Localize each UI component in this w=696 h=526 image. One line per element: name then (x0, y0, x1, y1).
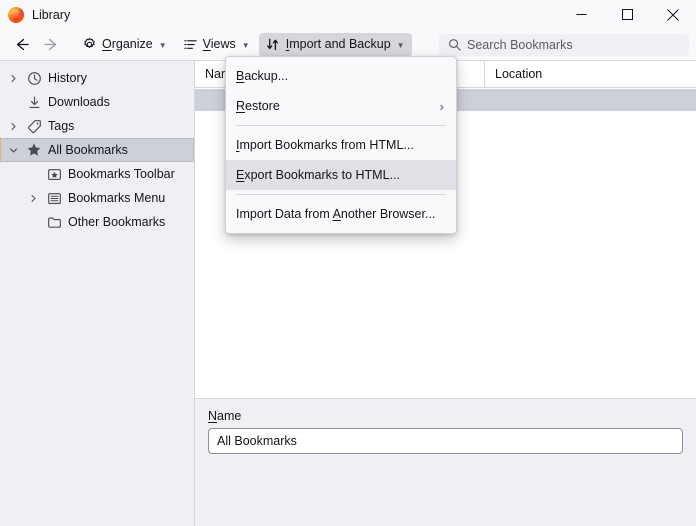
clock-icon (26, 70, 42, 86)
import-and-backup-label: Import and Backup (286, 38, 391, 51)
column-header-location[interactable]: Location (484, 61, 696, 87)
sidebar-item-label: Other Bookmarks (68, 215, 166, 229)
forward-arrow-icon (43, 38, 56, 51)
sidebar-item-other-bookmarks[interactable]: Other Bookmarks (0, 210, 194, 234)
minimize-button[interactable] (558, 0, 604, 29)
menu-label-rest: estore (245, 99, 280, 113)
import-export-arrows-icon (266, 38, 278, 51)
places-sidebar-tree: History Downloads Tags All Bookmarks Boo… (0, 61, 195, 526)
menu-item-restore[interactable]: Restore › (226, 91, 456, 121)
item-detail-pane: Name (195, 398, 696, 526)
submenu-arrow-icon: › (439, 98, 444, 114)
chevron-right-icon[interactable] (26, 194, 40, 203)
sidebar-item-history[interactable]: History (0, 66, 194, 90)
views-label-rest: iews (210, 37, 236, 52)
column-header-location-label: Location (495, 67, 543, 81)
detail-name-label-rest: ame (217, 409, 242, 423)
menu-separator (236, 194, 446, 195)
search-icon (449, 39, 461, 51)
window-controls (558, 0, 696, 29)
menu-item-label: Import Bookmarks from HTML... (236, 138, 446, 152)
forward-button[interactable] (37, 33, 65, 57)
sidebar-item-label: History (48, 71, 87, 85)
views-button[interactable]: Views ▼ (176, 33, 257, 57)
menu-accesskey: A (332, 207, 341, 221)
maximize-icon (621, 9, 633, 20)
sidebar-item-bookmarks-toolbar[interactable]: Bookmarks Toolbar (0, 162, 194, 186)
menu-label-rest: xport Bookmarks to HTML... (244, 168, 400, 182)
chevron-right-icon[interactable] (6, 74, 20, 83)
sidebar-item-all-bookmarks[interactable]: All Bookmarks (0, 138, 194, 162)
back-arrow-icon (16, 38, 29, 51)
menu-accesskey: R (236, 99, 246, 113)
sidebar-item-downloads[interactable]: Downloads (0, 90, 194, 114)
detail-name-label: Name (208, 409, 683, 423)
title-bar-left: Library (0, 6, 71, 23)
menu-item-import-bookmarks-from-html[interactable]: Import Bookmarks from HTML... (226, 130, 456, 160)
title-bar: Library (0, 0, 696, 29)
menu-item-backup[interactable]: Backup... (226, 61, 456, 91)
sidebar-item-label: Bookmarks Toolbar (68, 167, 175, 181)
chevron-right-icon[interactable] (6, 122, 20, 131)
detail-name-input[interactable] (208, 428, 683, 454)
firefox-logo-icon (8, 6, 24, 23)
minimize-icon (576, 14, 586, 15)
menu-item-export-bookmarks-to-html[interactable]: Export Bookmarks to HTML... (226, 160, 456, 190)
star-icon (26, 142, 42, 158)
window-title: Library (32, 7, 71, 22)
views-accesskey: V (202, 37, 211, 52)
close-button[interactable] (650, 0, 696, 29)
sidebar-item-tags[interactable]: Tags (0, 114, 194, 138)
close-icon (667, 8, 679, 21)
sidebar-item-label: Tags (48, 119, 75, 133)
bookmarks-toolbar-icon (46, 166, 62, 182)
chevron-down-icon[interactable] (6, 146, 20, 155)
menu-item-import-data-from-another-browser[interactable]: Import Data from Another Browser... (226, 199, 456, 229)
organize-accesskey: O (102, 37, 112, 52)
organize-label-rest: rganize (111, 37, 153, 52)
folder-icon (46, 214, 62, 230)
list-view-icon (183, 40, 197, 49)
import-and-backup-menu: Backup... Restore › Import Bookmarks fro… (225, 56, 457, 234)
menu-separator (236, 125, 446, 126)
sidebar-item-bookmarks-menu[interactable]: Bookmarks Menu (0, 186, 194, 210)
import-and-backup-button[interactable]: Import and Backup ▼ (258, 32, 412, 57)
views-label: Views (203, 38, 236, 51)
tag-icon (26, 118, 42, 134)
menu-item-label: Export Bookmarks to HTML... (236, 168, 446, 182)
chevron-down-icon: ▼ (158, 40, 167, 50)
chevron-down-icon: ▼ (396, 40, 405, 50)
menu-item-label: Backup... (236, 69, 446, 83)
library-window: Library Organize ▼ Views ▼ Import and Ba… (0, 0, 696, 526)
organize-label: Organize (102, 38, 153, 51)
bookmarks-menu-icon (46, 190, 62, 206)
search-bookmarks-field[interactable]: Search Bookmarks (439, 33, 689, 56)
menu-item-label: Import Data from Another Browser... (236, 207, 436, 221)
menu-label-rest: nother Browser... (340, 207, 436, 221)
detail-name-accesskey: N (208, 409, 218, 423)
maximize-button[interactable] (604, 0, 650, 29)
search-input-placeholder: Search Bookmarks (467, 37, 573, 52)
import-and-backup-label-rest: mport and Backup (289, 37, 391, 52)
menu-item-label: Restore (236, 99, 440, 113)
menu-label-rest: ackup... (244, 69, 289, 83)
gear-icon (84, 37, 95, 49)
back-button[interactable] (7, 33, 35, 57)
sidebar-item-label: All Bookmarks (48, 143, 128, 157)
menu-label-rest: mport Bookmarks from HTML... (239, 138, 414, 152)
sidebar-item-label: Bookmarks Menu (68, 191, 166, 205)
sidebar-item-label: Downloads (48, 95, 110, 109)
download-icon (26, 94, 42, 110)
organize-button[interactable]: Organize ▼ (75, 33, 174, 57)
chevron-down-icon: ▼ (241, 40, 250, 50)
